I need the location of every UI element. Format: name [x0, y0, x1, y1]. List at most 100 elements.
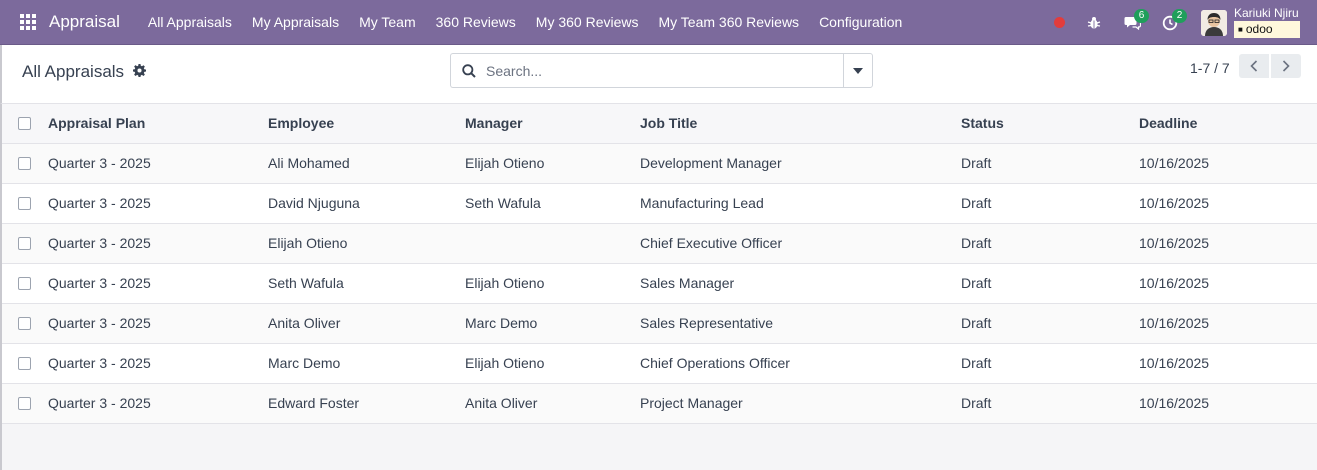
- menu-my-appraisals[interactable]: My Appraisals: [242, 0, 349, 45]
- debug-button[interactable]: [1079, 0, 1109, 45]
- activities-button[interactable]: 2: [1155, 0, 1187, 45]
- cell-employee: Marc Demo: [268, 343, 465, 384]
- cell-job-title: Sales Manager: [640, 263, 961, 304]
- table-row[interactable]: Quarter 3 - 2025 Seth Wafula Elijah Otie…: [2, 263, 1317, 304]
- row-checkbox[interactable]: [18, 196, 31, 210]
- cell-job-title: Chief Operations Officer: [640, 343, 961, 384]
- main-menu: All Appraisals My Appraisals My Team 360…: [138, 0, 912, 45]
- column-header[interactable]: Deadline: [1139, 104, 1317, 144]
- cell-employee: Edward Foster: [268, 383, 465, 424]
- row-select-cell: [2, 143, 48, 184]
- menu-my-360-reviews[interactable]: My 360 Reviews: [526, 0, 649, 45]
- app-switcher-button[interactable]: [8, 0, 48, 45]
- search-input[interactable]: [486, 62, 826, 79]
- database-icon: ■: [1238, 25, 1243, 34]
- table-row[interactable]: Quarter 3 - 2025 Edward Foster Anita Oli…: [2, 383, 1317, 424]
- table-row[interactable]: Quarter 3 - 2025 Ali Mohamed Elijah Otie…: [2, 143, 1317, 184]
- cell-employee: David Njuguna: [268, 183, 465, 224]
- cell-job-title: Sales Representative: [640, 303, 961, 344]
- cell-manager: Anita Oliver: [465, 383, 640, 424]
- cell-deadline: 10/16/2025: [1139, 343, 1317, 384]
- menu-360-reviews[interactable]: 360 Reviews: [426, 0, 526, 45]
- row-checkbox[interactable]: [18, 276, 31, 290]
- table-row[interactable]: Quarter 3 - 2025 David Njuguna Seth Wafu…: [2, 183, 1317, 224]
- menu-all-appraisals[interactable]: All Appraisals: [138, 0, 242, 45]
- row-checkbox[interactable]: [18, 156, 31, 170]
- cell-employee: Elijah Otieno: [268, 223, 465, 264]
- messages-button[interactable]: 6: [1117, 0, 1149, 45]
- appraisals-table: Appraisal Plan Employee Manager Job Titl…: [2, 104, 1317, 424]
- select-all-cell: [2, 104, 48, 144]
- select-all-checkbox[interactable]: [18, 116, 31, 130]
- row-select-cell: [2, 303, 48, 344]
- activities-badge: 2: [1172, 9, 1187, 23]
- row-checkbox[interactable]: [18, 356, 31, 370]
- bug-icon: [1087, 16, 1101, 29]
- search-icon: [451, 63, 486, 78]
- row-checkbox[interactable]: [18, 396, 31, 410]
- row-checkbox[interactable]: [18, 316, 31, 330]
- database-badge: ■ odoo: [1234, 21, 1300, 38]
- cell-deadline: 10/16/2025: [1139, 303, 1317, 344]
- cell-deadline: 10/16/2025: [1139, 263, 1317, 304]
- pager-next-button[interactable]: [1271, 54, 1301, 78]
- cell-appraisal-plan: Quarter 3 - 2025: [48, 383, 268, 424]
- user-menu[interactable]: Kariuki Njiru ■ odoo: [1201, 7, 1300, 38]
- pager-value[interactable]: 1-7 / 7: [1190, 60, 1230, 76]
- menu-my-team[interactable]: My Team: [349, 0, 426, 45]
- column-header[interactable]: Status: [961, 104, 1139, 144]
- top-navbar: Appraisal All Appraisals My Appraisals M…: [0, 0, 1317, 45]
- gear-icon: [133, 64, 146, 78]
- table-row[interactable]: Quarter 3 - 2025 Elijah Otieno Chief Exe…: [2, 223, 1317, 264]
- caret-down-icon: [853, 67, 863, 74]
- cell-deadline: 10/16/2025: [1139, 183, 1317, 224]
- cell-manager: [465, 223, 640, 264]
- cell-employee: Seth Wafula: [268, 263, 465, 304]
- cell-appraisal-plan: Quarter 3 - 2025: [48, 303, 268, 344]
- pager-previous-button[interactable]: [1239, 54, 1269, 78]
- cell-job-title: Chief Executive Officer: [640, 223, 961, 264]
- user-name: Kariuki Njiru: [1234, 6, 1299, 20]
- messages-badge: 6: [1134, 9, 1149, 23]
- cell-manager: Elijah Otieno: [465, 343, 640, 384]
- row-select-cell: [2, 263, 48, 304]
- chevron-left-icon: [1250, 60, 1258, 72]
- cell-appraisal-plan: Quarter 3 - 2025: [48, 183, 268, 224]
- table-row[interactable]: Quarter 3 - 2025 Anita Oliver Marc Demo …: [2, 303, 1317, 344]
- avatar: [1201, 9, 1227, 36]
- cell-status: Draft: [961, 263, 1139, 304]
- cell-status: Draft: [961, 383, 1139, 424]
- column-header[interactable]: Manager: [465, 104, 640, 144]
- cell-manager: Elijah Otieno: [465, 263, 640, 304]
- cell-status: Draft: [961, 223, 1139, 264]
- menu-my-team-360-reviews[interactable]: My Team 360 Reviews: [648, 0, 809, 45]
- row-select-cell: [2, 383, 48, 424]
- column-header[interactable]: Job Title: [640, 104, 961, 144]
- cell-appraisal-plan: Quarter 3 - 2025: [48, 223, 268, 264]
- cell-deadline: 10/16/2025: [1139, 223, 1317, 264]
- actions-gear-button[interactable]: [133, 64, 146, 80]
- recording-dot-icon[interactable]: [1054, 17, 1065, 28]
- page-title[interactable]: All Appraisals: [22, 62, 124, 82]
- list-view: Appraisal Plan Employee Manager Job Titl…: [0, 104, 1317, 470]
- column-header[interactable]: Employee: [268, 104, 465, 144]
- row-select-cell: [2, 183, 48, 224]
- menu-configuration[interactable]: Configuration: [809, 0, 912, 45]
- control-panel: All Appraisals 1-7 / 7: [0, 45, 1317, 104]
- chevron-right-icon: [1282, 60, 1290, 72]
- row-checkbox[interactable]: [18, 236, 31, 250]
- table-row[interactable]: Quarter 3 - 2025 Marc Demo Elijah Otieno…: [2, 343, 1317, 384]
- cell-status: Draft: [961, 343, 1139, 384]
- apps-grid-icon: [20, 14, 36, 30]
- cell-appraisal-plan: Quarter 3 - 2025: [48, 143, 268, 184]
- column-header[interactable]: Appraisal Plan: [48, 104, 268, 144]
- cell-appraisal-plan: Quarter 3 - 2025: [48, 343, 268, 384]
- search-options-toggle[interactable]: [843, 53, 873, 88]
- cell-deadline: 10/16/2025: [1139, 143, 1317, 184]
- table-header-row: Appraisal Plan Employee Manager Job Titl…: [2, 104, 1317, 144]
- database-name: odoo: [1245, 22, 1273, 36]
- row-select-cell: [2, 343, 48, 384]
- cell-status: Draft: [961, 143, 1139, 184]
- cell-manager: Seth Wafula: [465, 183, 640, 224]
- app-name[interactable]: Appraisal: [49, 12, 120, 32]
